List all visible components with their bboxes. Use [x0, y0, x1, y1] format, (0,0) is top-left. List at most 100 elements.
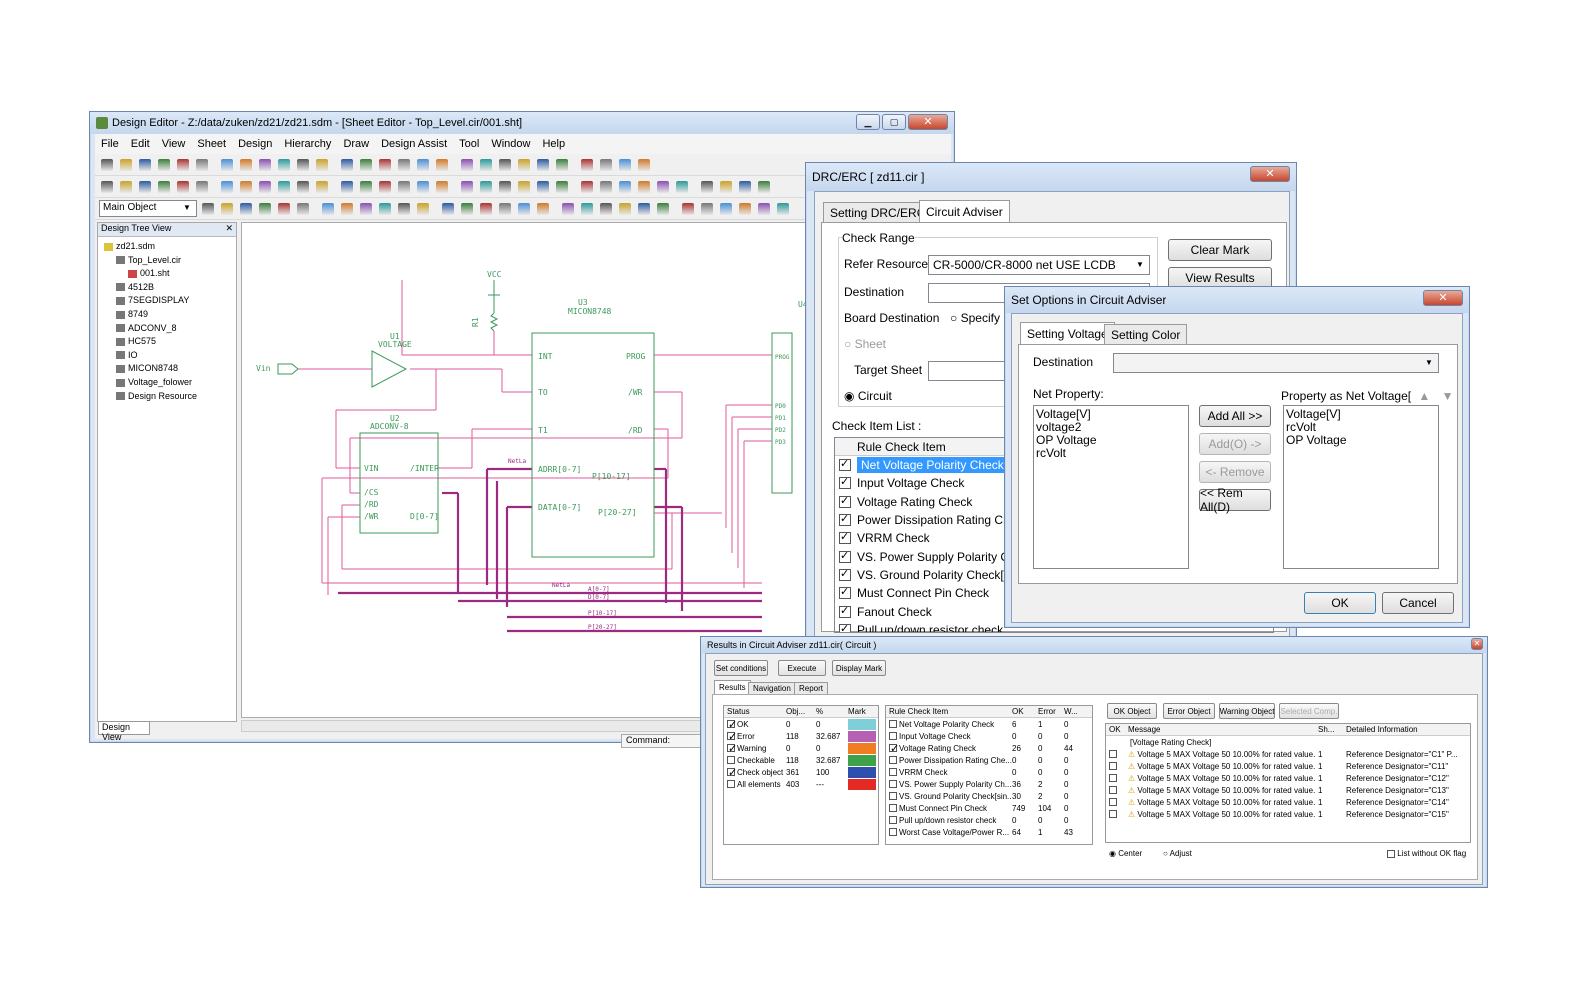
tab-results[interactable]: Results [714, 680, 751, 694]
status-row[interactable]: All elements 403 --- [724, 778, 878, 790]
checkbox[interactable] [839, 530, 851, 545]
menu-item-help[interactable]: Help [542, 138, 565, 150]
warning-object-button[interactable]: Warning Object [1219, 703, 1275, 719]
tree-item[interactable]: Design Resource [104, 391, 197, 405]
sheet-radio[interactable]: ○ Sheet [844, 337, 886, 351]
execute-button[interactable]: Execute [778, 660, 826, 676]
checkbox[interactable] [839, 457, 851, 472]
draw-tool-icon[interactable] [461, 202, 473, 215]
standard-tool-icon[interactable] [436, 158, 448, 171]
checkbox[interactable] [727, 766, 737, 779]
menu-item-view[interactable]: View [162, 138, 186, 150]
checkbox[interactable] [727, 718, 737, 731]
view-tool-icon[interactable] [158, 180, 170, 193]
view-tool-icon[interactable] [221, 180, 233, 193]
specify-radio[interactable]: ○ Specify [950, 311, 1000, 325]
draw-tool-icon[interactable] [341, 202, 353, 215]
standard-tool-icon[interactable] [600, 158, 612, 171]
tree-item[interactable]: IO [104, 350, 197, 364]
menu-item-design[interactable]: Design [238, 138, 272, 150]
standard-tool-icon[interactable] [417, 158, 429, 171]
view-tool-icon[interactable] [499, 180, 511, 193]
standard-tool-icon[interactable] [341, 158, 353, 171]
draw-tool-icon[interactable] [322, 202, 334, 215]
view-tool-icon[interactable] [398, 180, 410, 193]
design-view-tab[interactable]: Design View [98, 721, 150, 742]
standard-tool-icon[interactable] [518, 158, 530, 171]
view-tool-icon[interactable] [600, 180, 612, 193]
checkbox[interactable] [889, 756, 897, 764]
checkbox[interactable] [889, 720, 897, 728]
add-button[interactable]: Add(O) -> [1199, 433, 1271, 455]
standard-tool-icon[interactable] [398, 158, 410, 171]
draw-tool-icon[interactable] [638, 202, 650, 215]
rule-row[interactable]: Input Voltage Check 0 0 0 [886, 730, 1092, 742]
view-tool-icon[interactable] [316, 180, 328, 193]
view-tool-icon[interactable] [259, 180, 271, 193]
rule-row[interactable]: VRRM Check 0 0 0 [886, 766, 1092, 778]
message-row[interactable]: ⚠ Voltage 5 MAX Voltage 50 10.00% for ra… [1106, 796, 1470, 808]
standard-tool-icon[interactable] [638, 158, 650, 171]
checkbox[interactable] [839, 567, 851, 581]
menu-item-edit[interactable]: Edit [131, 138, 150, 150]
standard-tool-icon[interactable] [101, 158, 113, 171]
standard-tool-icon[interactable] [278, 158, 290, 171]
status-row[interactable]: OK00 [724, 718, 878, 731]
standard-tool-icon[interactable] [581, 158, 593, 171]
tab-setting-color[interactable]: Setting Color [1104, 324, 1188, 344]
view-tool-icon[interactable] [657, 180, 669, 193]
add-all-button[interactable]: Add All >> [1199, 405, 1271, 427]
view-tool-icon[interactable] [379, 180, 391, 193]
checkbox[interactable] [839, 494, 851, 508]
tree-item[interactable]: Voltage_folower [104, 377, 197, 391]
rule-row[interactable]: Power Dissipation Rating Che... 0 0 0 [886, 754, 1092, 766]
checkbox[interactable] [839, 549, 851, 563]
message-row[interactable]: ⚠ Voltage 5 MAX Voltage 50 10.00% for ra… [1106, 808, 1470, 820]
remove-button[interactable]: <- Remove [1199, 461, 1271, 483]
standard-tool-icon[interactable] [379, 158, 391, 171]
refer-resource-combo[interactable]: CR-5000/CR-8000 net USE LCDB ▼ [928, 255, 1150, 275]
draw-tool-icon[interactable] [619, 202, 631, 215]
checkbox[interactable] [727, 730, 737, 743]
rule-row[interactable]: Pull up/down resistor check 0 0 0 [886, 814, 1092, 826]
draw-tool-icon[interactable] [701, 202, 713, 215]
standard-tool-icon[interactable] [139, 158, 151, 171]
draw-tool-icon[interactable] [777, 202, 789, 215]
tree-item[interactable]: 8749 [104, 309, 197, 323]
checkbox[interactable] [839, 622, 851, 632]
view-tool-icon[interactable] [177, 180, 189, 193]
draw-tool-icon[interactable] [360, 202, 372, 215]
net-voltage-list[interactable]: Voltage[V] rcVolt OP Voltage [1283, 405, 1439, 569]
checkbox[interactable] [889, 780, 897, 788]
standard-tool-icon[interactable] [196, 158, 208, 171]
draw-tool-icon[interactable] [518, 202, 530, 215]
tab-setting-voltage[interactable]: Setting Voltage [1020, 322, 1115, 344]
rule-row[interactable]: Net Voltage Polarity Check 6 1 0 [886, 718, 1092, 730]
view-tool-icon[interactable] [139, 180, 151, 193]
minimize-button[interactable]: ▁ [856, 114, 880, 130]
tree-item[interactable]: MICON8748 [104, 363, 197, 377]
menu-item-hierarchy[interactable]: Hierarchy [284, 138, 331, 150]
draw-tool-icon[interactable] [682, 202, 694, 215]
view-tool-icon[interactable] [720, 180, 732, 193]
draw-tool-icon[interactable] [537, 202, 549, 215]
clear-mark-button[interactable]: Clear Mark [1168, 239, 1272, 261]
checkbox[interactable] [1109, 810, 1117, 819]
draw-tool-icon[interactable] [758, 202, 770, 215]
status-row[interactable]: Warning00 [724, 742, 878, 755]
rule-row[interactable]: Must Connect Pin Check 749 104 0 [886, 802, 1092, 814]
display-mark-button[interactable]: Display Mark [832, 660, 886, 676]
standard-tool-icon[interactable] [556, 158, 568, 171]
draw-tool-icon[interactable] [297, 202, 309, 215]
arrow-down-icon[interactable]: ▼ [1442, 389, 1454, 403]
error-object-button[interactable]: Error Object [1163, 703, 1215, 719]
checkbox[interactable] [889, 828, 897, 836]
checkbox[interactable] [839, 585, 851, 600]
menu-item-file[interactable]: File [101, 138, 119, 150]
checkbox[interactable] [727, 742, 737, 755]
standard-tool-icon[interactable] [240, 158, 252, 171]
adjust-radio[interactable]: ○ Adjust [1163, 849, 1192, 858]
checkbox[interactable] [1109, 762, 1117, 771]
standard-tool-icon[interactable] [120, 158, 132, 171]
tree-item[interactable]: HC575 [104, 336, 197, 350]
